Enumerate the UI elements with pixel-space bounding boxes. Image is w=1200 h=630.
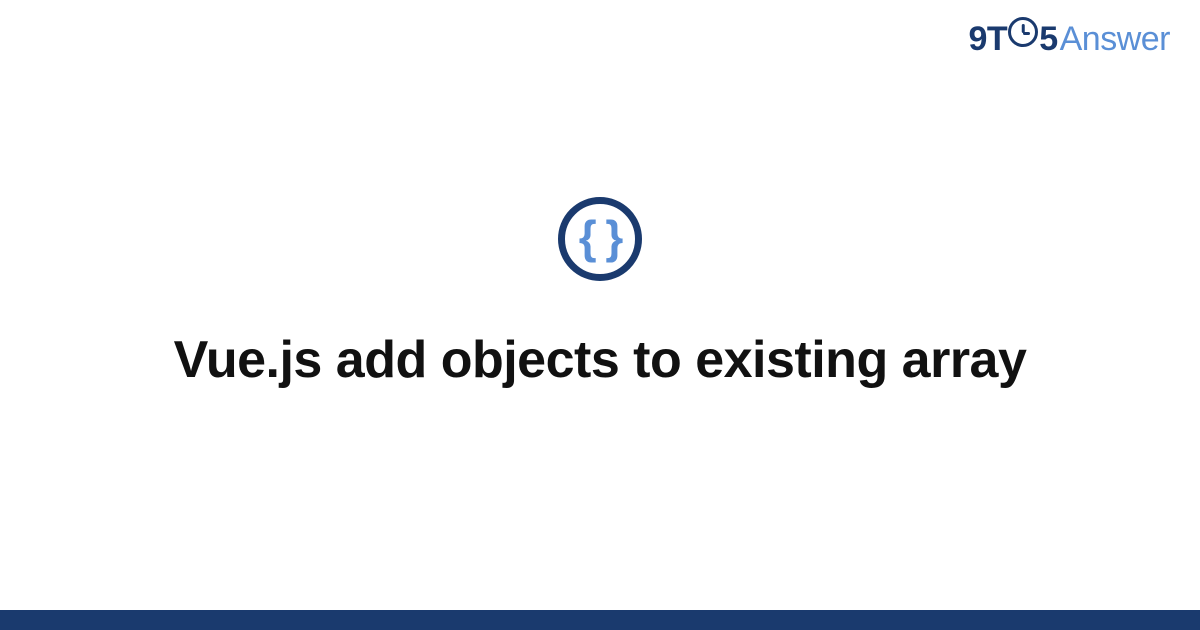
braces-icon: { } bbox=[579, 214, 622, 260]
question-title: Vue.js add objects to existing array bbox=[174, 329, 1027, 392]
footer-accent-bar bbox=[0, 610, 1200, 630]
main-content: { } Vue.js add objects to existing array bbox=[0, 0, 1200, 630]
topic-badge: { } bbox=[558, 197, 642, 281]
